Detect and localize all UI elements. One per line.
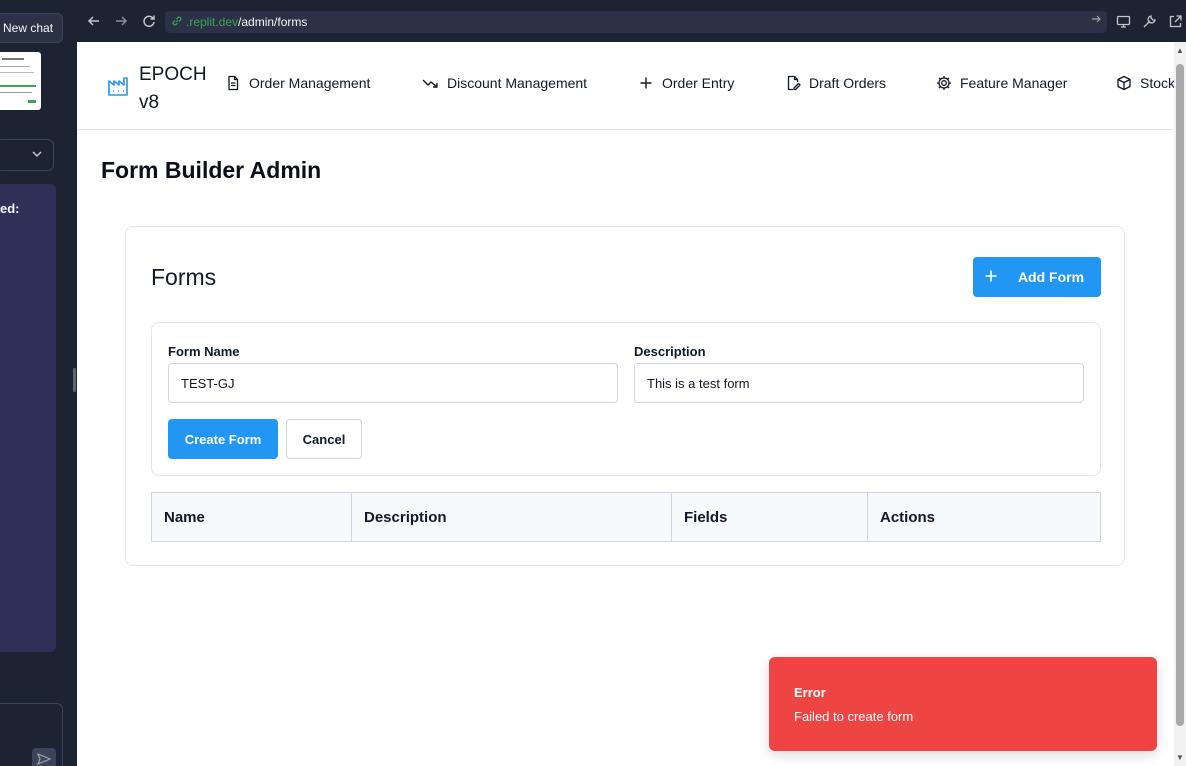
forms-card: Forms Add Form Form Name TEST-GJ Descrip…	[125, 226, 1125, 566]
nav-label: Stock	[1140, 75, 1174, 91]
brand[interactable]: EPOCH v8	[107, 61, 209, 117]
reload-icon	[143, 15, 155, 28]
description-label: Description	[634, 344, 706, 359]
trend-down-icon	[422, 79, 438, 88]
nav-draft-orders[interactable]: Draft Orders	[785, 75, 886, 91]
new-form-panel: Form Name TEST-GJ Description This is a …	[151, 322, 1101, 476]
back-button[interactable]	[85, 12, 103, 30]
new-chat-label: New chat	[3, 21, 54, 35]
plus-icon	[640, 77, 652, 89]
box-icon	[1117, 75, 1131, 91]
nav-order-management[interactable]: Order Management	[225, 75, 370, 91]
cancel-button[interactable]: Cancel	[286, 419, 362, 459]
url-bar[interactable]: .replit.dev/admin/forms	[165, 11, 1107, 33]
edit-document-icon	[787, 75, 801, 91]
create-form-label: Create Form	[184, 431, 262, 447]
nav-discount-management[interactable]: Discount Management	[422, 75, 587, 91]
card-title: Forms	[151, 264, 217, 290]
cancel-label: Cancel	[302, 431, 346, 447]
external-link-icon[interactable]	[1167, 13, 1183, 29]
reload-button[interactable]	[140, 12, 158, 30]
add-form-button[interactable]: Add Form	[973, 257, 1101, 297]
model-select[interactable]	[0, 139, 54, 171]
paper-plane-icon	[37, 752, 51, 766]
form-name-input[interactable]: TEST-GJ	[168, 363, 618, 403]
toast-message: Failed to create form	[794, 709, 914, 724]
nav-stock[interactable]: Stock	[1116, 75, 1174, 91]
arrow-right-icon	[116, 16, 128, 26]
forms-table: Name Description Fields Actions	[151, 492, 1101, 542]
form-name-value: TEST-GJ	[181, 375, 235, 391]
chat-message-text: ed:	[0, 201, 20, 216]
panel-resize-handle[interactable]	[73, 368, 76, 392]
factory-icon	[108, 77, 128, 96]
page-scrollbar[interactable]: ▲ ▼	[1174, 42, 1186, 766]
link-icon	[171, 15, 183, 30]
description-value: This is a test form	[647, 375, 750, 391]
wrench-icon[interactable]	[1141, 13, 1157, 29]
browser-toolbar: .replit.dev/admin/forms	[77, 0, 1186, 42]
column-header[interactable]: Name	[152, 493, 352, 541]
nav-label: Order Entry	[662, 75, 735, 91]
nav-label: Draft Orders	[809, 75, 887, 91]
nav-label: Feature Manager	[960, 75, 1068, 91]
scroll-up-icon[interactable]: ▲	[1176, 46, 1184, 55]
description-input[interactable]: This is a test form	[634, 363, 1084, 403]
brand-name: EPOCH v8	[139, 64, 207, 113]
column-header[interactable]: Description	[352, 493, 672, 541]
preview-thumbnail[interactable]	[0, 52, 41, 110]
go-arrow-icon[interactable]	[1091, 14, 1101, 27]
url-path: /admin/forms	[238, 15, 308, 29]
chevron-down-icon	[31, 148, 43, 163]
nav-feature-manager[interactable]: Feature Manager	[936, 75, 1067, 91]
arrow-left-icon	[87, 16, 99, 26]
nav-label: Discount Management	[447, 75, 588, 91]
add-form-label: Add Form	[1017, 269, 1085, 285]
column-header[interactable]: Fields	[672, 493, 868, 541]
scrollbar-thumb[interactable]	[1176, 64, 1184, 726]
replit-side-panel: New chat ed:	[0, 0, 77, 766]
send-button[interactable]	[32, 748, 56, 766]
new-chat-button[interactable]: New chat	[0, 13, 63, 43]
create-form-button[interactable]: Create Form	[168, 419, 278, 459]
column-header[interactable]: Actions	[868, 493, 1100, 541]
app-viewport: EPOCH v8 Order Management Discount Manag…	[77, 42, 1174, 766]
nav-label: Order Management	[249, 75, 371, 91]
plus-icon	[984, 267, 998, 288]
url-host: .replit.dev	[186, 15, 239, 29]
document-icon	[228, 75, 239, 91]
nav-order-entry[interactable]: Order Entry	[638, 75, 734, 91]
toast-title: Error	[794, 685, 826, 700]
gear-icon	[937, 76, 951, 90]
page-title: Form Builder Admin	[101, 157, 322, 183]
devices-icon[interactable]	[1115, 13, 1131, 29]
form-name-label: Form Name	[168, 344, 240, 359]
forward-button[interactable]	[112, 12, 130, 30]
top-navigation: EPOCH v8 Order Management Discount Manag…	[77, 42, 1174, 130]
scroll-down-icon[interactable]: ▼	[1176, 753, 1184, 762]
chat-message: ed:	[0, 184, 56, 652]
error-toast[interactable]: Error Failed to create form	[769, 657, 1157, 751]
